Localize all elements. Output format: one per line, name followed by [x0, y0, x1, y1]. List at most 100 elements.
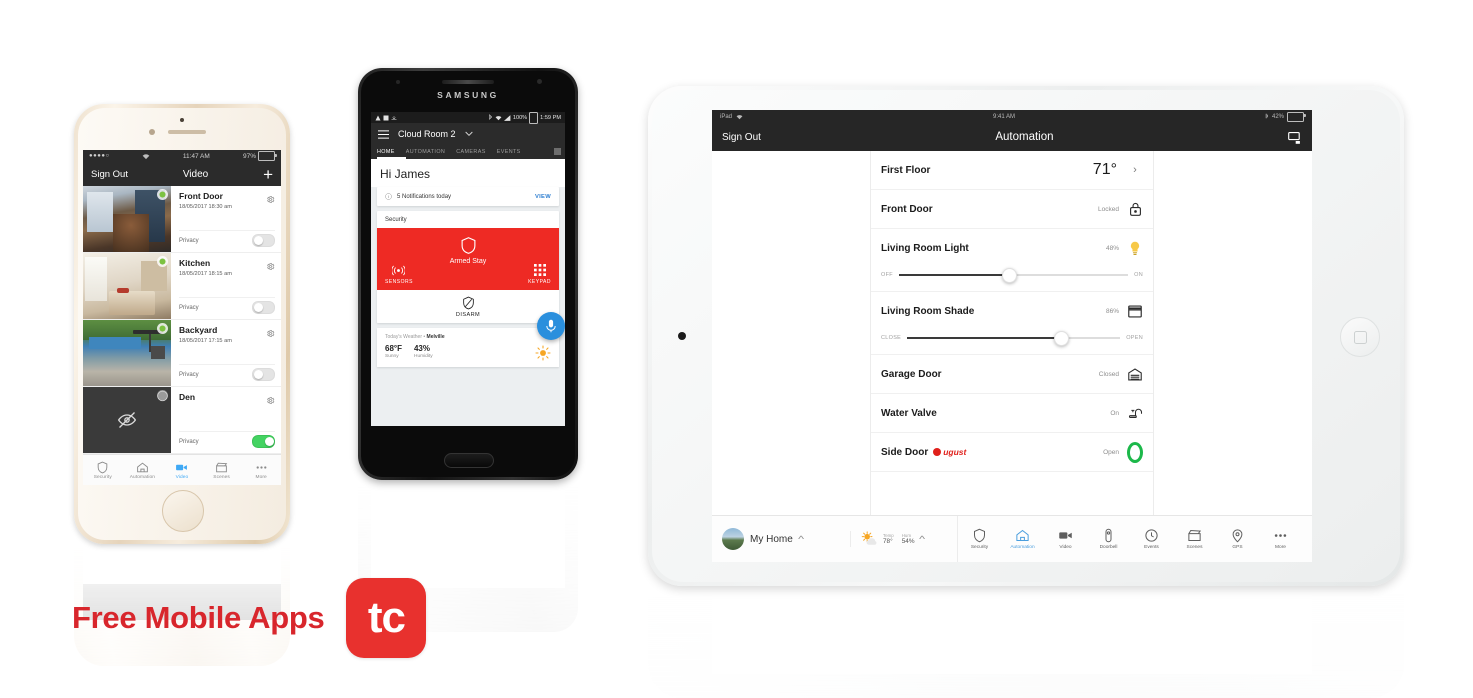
garage-icon[interactable] [1127, 367, 1143, 381]
weather-header-prefix: Today's Weather • [385, 334, 427, 340]
home-selector[interactable]: My Home ^ [722, 528, 850, 550]
list-item-side-door[interactable]: Side Door ugust Open [871, 433, 1153, 472]
list-item-front-door[interactable]: Front Door Locked [871, 190, 1153, 229]
weather-card[interactable]: Today's Weather • Melville 68°F Sunny 43… [377, 312, 565, 367]
list-item-garage-door[interactable]: Garage Door Closed [871, 355, 1153, 394]
tab-automation[interactable]: Automation [1001, 528, 1044, 550]
tab-scenes[interactable]: Scenes [202, 455, 242, 485]
ipad-tabs: Security Automation Video Doorbell Event… [957, 516, 1302, 562]
iphone-status-time: 11:47 AM [182, 152, 210, 160]
sensors-button[interactable]: SENSORS [385, 265, 413, 285]
lock-icon[interactable] [1127, 202, 1143, 216]
room-selector[interactable]: Cloud Room 2 [398, 129, 456, 139]
privacy-toggle[interactable] [252, 368, 275, 381]
tab-scenes[interactable]: Scenes [1173, 528, 1216, 550]
list-item-water-valve[interactable]: Water Valve On [871, 394, 1153, 433]
camera-thumbnail[interactable] [83, 253, 171, 319]
tab-more[interactable]: More [1259, 528, 1302, 550]
tab-home[interactable]: HOME [377, 149, 395, 155]
slider-track[interactable] [907, 330, 1121, 346]
tab-cameras[interactable]: CAMERAS [456, 149, 485, 155]
voice-assistant-button[interactable] [537, 312, 565, 340]
list-item[interactable]: Front Door 18/05/2017 18:30 am Privacy [83, 186, 281, 253]
armed-panel[interactable]: Armed Stay SENSORS KEYPAD [377, 228, 559, 290]
privacy-toggle[interactable] [252, 301, 275, 314]
shield-icon [974, 528, 985, 543]
list-item-thermostat[interactable]: First Floor 71° › [871, 151, 1153, 190]
list-item[interactable]: Kitchen 18/05/2017 18:15 am Privacy [83, 253, 281, 320]
tab-video[interactable]: Video [162, 455, 202, 485]
gear-icon[interactable] [266, 392, 275, 410]
privacy-label: Privacy [179, 304, 199, 311]
tab-video[interactable]: Video [1044, 528, 1087, 550]
ipad-home-button[interactable] [1340, 317, 1380, 357]
weather-humidity-label: Humidity [413, 354, 433, 359]
samsung-home-button[interactable] [444, 453, 494, 468]
weather-widget[interactable]: Temp 78° Hum 54% ^ [850, 531, 957, 547]
tab-more[interactable]: More [241, 455, 281, 485]
page-title: Video [182, 168, 209, 180]
tab-automation[interactable]: AUTOMATION [406, 149, 445, 155]
camera-meta: Front Door 18/05/2017 18:30 am Privacy [171, 186, 281, 252]
camera-thumbnail[interactable] [83, 186, 171, 252]
sign-out-button[interactable]: Sign Out [722, 132, 761, 143]
tab-events[interactable]: EVENTS [497, 149, 521, 155]
hamburger-icon[interactable] [378, 129, 389, 139]
disarm-button[interactable]: DISARM [377, 290, 559, 323]
promo-canvas: ●●●●○ 11:47 AM 97% Sign Out Video + Fron… [0, 0, 1473, 698]
privacy-toggle[interactable] [252, 435, 275, 448]
ipad-tab-bar: My Home ^ Temp 78° Hum 54% ^ Security Au… [712, 515, 1312, 562]
bluetooth-icon [489, 114, 492, 121]
sign-out-button[interactable]: Sign Out [91, 169, 128, 180]
info-icon [385, 193, 392, 200]
chevron-down-icon[interactable] [464, 131, 473, 137]
tab-overflow-icon[interactable] [554, 148, 561, 155]
security-card: Security Armed Stay SENSORS KEYPAD DISAR… [377, 211, 559, 323]
chevron-up-icon[interactable]: ^ [919, 534, 925, 544]
samsung-brand-label: SAMSUNG [437, 90, 499, 100]
list-item-living-room-shade[interactable]: Living Room Shade 86% [871, 292, 1153, 330]
tab-automation[interactable]: Automation [123, 455, 163, 485]
view-notifications-button[interactable]: VIEW [535, 194, 551, 200]
device-value: Locked [1098, 205, 1119, 213]
ring-open-icon[interactable] [1127, 441, 1143, 463]
add-camera-button[interactable]: + [263, 166, 273, 183]
wifi-icon [495, 115, 502, 120]
chevron-right-icon[interactable]: › [1127, 164, 1143, 176]
camera-thumbnail[interactable] [83, 387, 171, 453]
slider-knob[interactable] [1002, 267, 1018, 283]
notification-card[interactable]: 5 Notifications today VIEW [377, 187, 559, 206]
tab-label: More [255, 474, 267, 480]
gear-icon[interactable] [266, 325, 275, 343]
device-name: First Floor [881, 164, 931, 176]
keypad-button[interactable]: KEYPAD [528, 264, 551, 285]
shade-icon[interactable] [1127, 304, 1143, 318]
tab-doorbell[interactable]: Doorbell [1087, 528, 1130, 550]
tab-label: Events [1144, 545, 1159, 550]
tab-gps[interactable]: GPS [1216, 528, 1259, 550]
slider-knob[interactable] [1054, 330, 1070, 346]
bulb-icon[interactable] [1127, 241, 1143, 256]
list-item-living-room-light[interactable]: Living Room Light 48% [871, 229, 1153, 267]
gear-icon[interactable] [266, 191, 275, 209]
iphone-home-button[interactable] [162, 490, 204, 532]
notification-row: 5 Notifications today VIEW [377, 187, 559, 206]
tab-security[interactable]: Security [83, 455, 123, 485]
list-item[interactable]: Den Privacy [83, 387, 281, 454]
list-item[interactable]: Backyard 18/05/2017 17:15 am Privacy [83, 320, 281, 387]
chevron-up-icon[interactable]: ^ [798, 534, 804, 544]
cast-icon[interactable] [1288, 131, 1302, 144]
faucet-icon[interactable] [1127, 406, 1143, 420]
device-name: Water Valve [881, 407, 937, 419]
samsung-earpiece [442, 80, 494, 84]
shade-slider[interactable]: CLOSE OPEN [871, 330, 1153, 355]
tab-security[interactable]: Security [958, 528, 1001, 550]
slider-track[interactable] [898, 267, 1129, 283]
camera-thumbnail[interactable] [83, 320, 171, 386]
device-value: 48% [1105, 244, 1119, 252]
camcorder-icon [1059, 532, 1072, 539]
light-dimmer[interactable]: OFF ON [871, 267, 1153, 292]
tab-events[interactable]: Events [1130, 528, 1173, 550]
gear-icon[interactable] [266, 258, 275, 276]
privacy-toggle[interactable] [252, 234, 275, 247]
